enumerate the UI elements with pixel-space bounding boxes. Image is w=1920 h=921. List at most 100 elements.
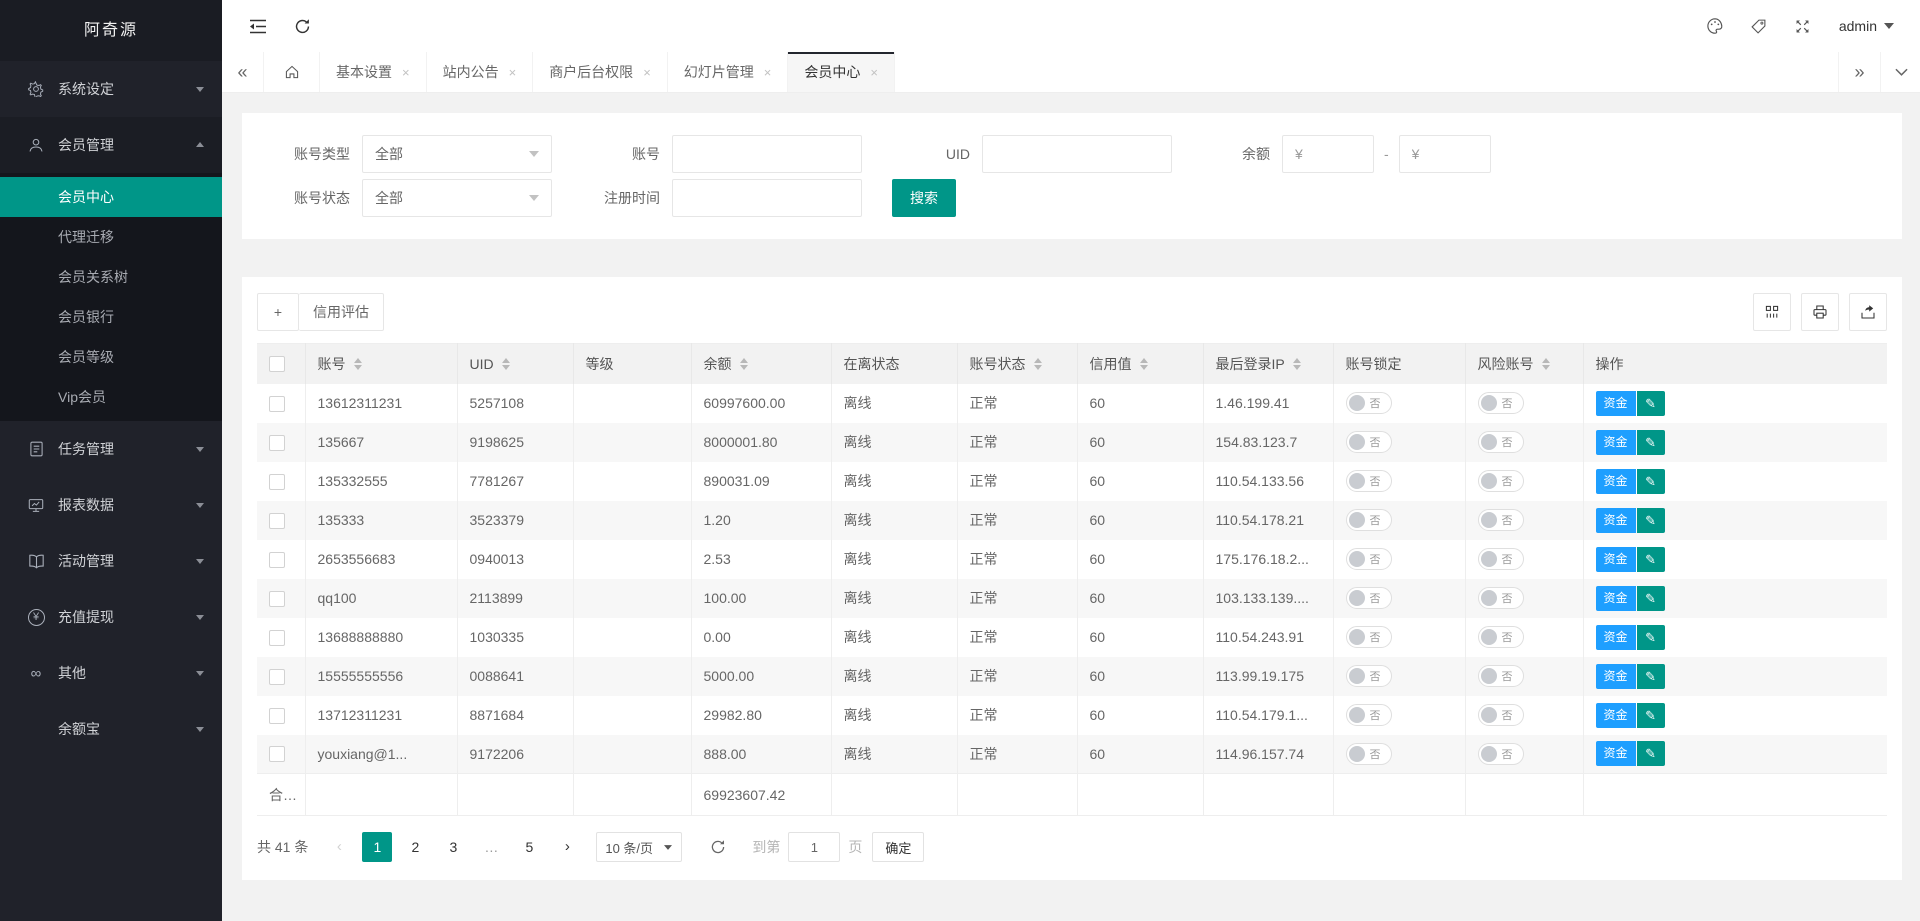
row-checkbox[interactable]	[269, 396, 285, 412]
pager-refresh-icon[interactable]	[710, 839, 726, 855]
risk-toggle[interactable]: 否	[1478, 665, 1524, 687]
risk-toggle[interactable]: 否	[1478, 743, 1524, 765]
sidebar-item-0[interactable]: 系统设定	[0, 61, 222, 117]
admin-dropdown[interactable]: admin	[1825, 0, 1908, 52]
lock-toggle[interactable]: 否	[1346, 509, 1392, 531]
tab-item[interactable]: 站内公告×	[427, 52, 534, 92]
sort-icon[interactable]	[502, 354, 510, 374]
tab-item[interactable]: 会员中心×	[788, 52, 895, 92]
sidebar-item-5[interactable]: ¥充值提现	[0, 589, 222, 645]
risk-toggle[interactable]: 否	[1478, 548, 1524, 570]
page-button-2[interactable]: 2	[400, 832, 430, 862]
balance-min-input[interactable]	[1282, 135, 1374, 173]
edit-button[interactable]: ✎	[1637, 703, 1665, 728]
row-checkbox[interactable]	[269, 746, 285, 762]
fund-button[interactable]: 资金	[1596, 664, 1636, 689]
tabs-menu-button[interactable]	[1880, 52, 1920, 92]
fund-button[interactable]: 资金	[1596, 741, 1636, 766]
risk-toggle[interactable]: 否	[1478, 470, 1524, 492]
close-icon[interactable]: ×	[509, 65, 517, 80]
next-page-button[interactable]: ›	[552, 832, 582, 862]
fund-button[interactable]: 资金	[1596, 547, 1636, 572]
sidebar-item-2[interactable]: 任务管理	[0, 421, 222, 477]
page-size-select[interactable]: 10 条/页	[596, 832, 682, 862]
fund-button[interactable]: 资金	[1596, 391, 1636, 416]
lock-toggle[interactable]: 否	[1346, 704, 1392, 726]
sidebar-item-3[interactable]: 报表数据	[0, 477, 222, 533]
tab-item[interactable]: 基本设置×	[320, 52, 427, 92]
lock-toggle[interactable]: 否	[1346, 665, 1392, 687]
lock-toggle[interactable]: 否	[1346, 587, 1392, 609]
fund-button[interactable]: 资金	[1596, 586, 1636, 611]
risk-toggle[interactable]: 否	[1478, 587, 1524, 609]
sidebar-subitem[interactable]: 会员银行	[0, 297, 222, 337]
account-type-select[interactable]: 全部	[362, 135, 552, 173]
sidebar-toggle-icon[interactable]	[236, 0, 280, 52]
uid-input[interactable]	[982, 135, 1172, 173]
row-checkbox[interactable]	[269, 513, 285, 529]
filter-columns-button[interactable]	[1753, 293, 1791, 331]
reg-time-input[interactable]	[672, 179, 862, 217]
lock-toggle[interactable]: 否	[1346, 392, 1392, 414]
edit-button[interactable]: ✎	[1637, 469, 1665, 494]
row-checkbox[interactable]	[269, 435, 285, 451]
export-button[interactable]	[1849, 293, 1887, 331]
edit-button[interactable]: ✎	[1637, 625, 1665, 650]
fund-button[interactable]: 资金	[1596, 703, 1636, 728]
edit-button[interactable]: ✎	[1637, 430, 1665, 455]
select-all-checkbox[interactable]	[269, 356, 285, 372]
row-checkbox[interactable]	[269, 591, 285, 607]
risk-toggle[interactable]: 否	[1478, 431, 1524, 453]
tab-item[interactable]: 商户后台权限×	[533, 52, 668, 92]
lock-toggle[interactable]: 否	[1346, 626, 1392, 648]
edit-button[interactable]: ✎	[1637, 741, 1665, 766]
lock-toggle[interactable]: 否	[1346, 470, 1392, 492]
close-icon[interactable]: ×	[402, 65, 410, 80]
edit-button[interactable]: ✎	[1637, 508, 1665, 533]
prev-page-button[interactable]: ‹	[324, 832, 354, 862]
close-icon[interactable]: ×	[764, 65, 772, 80]
sort-icon[interactable]	[1293, 354, 1301, 374]
tabs-scroll-right-button[interactable]: »	[1838, 52, 1880, 92]
lock-toggle[interactable]: 否	[1346, 431, 1392, 453]
tabs-scroll-left-button[interactable]: «	[222, 52, 264, 92]
row-checkbox[interactable]	[269, 708, 285, 724]
credit-evaluate-button[interactable]: 信用评估	[299, 293, 384, 331]
account-status-select[interactable]: 全部	[362, 179, 552, 217]
print-button[interactable]	[1801, 293, 1839, 331]
edit-button[interactable]: ✎	[1637, 547, 1665, 572]
lock-toggle[interactable]: 否	[1346, 743, 1392, 765]
sidebar-subitem[interactable]: 代理迁移	[0, 217, 222, 257]
sort-icon[interactable]	[1140, 354, 1148, 374]
sort-icon[interactable]	[1034, 354, 1042, 374]
row-checkbox[interactable]	[269, 552, 285, 568]
sidebar-item-6[interactable]: ∞其他	[0, 645, 222, 701]
sidebar-item-1[interactable]: 会员管理	[0, 117, 222, 173]
sidebar-item-4[interactable]: 活动管理	[0, 533, 222, 589]
risk-toggle[interactable]: 否	[1478, 626, 1524, 648]
risk-toggle[interactable]: 否	[1478, 392, 1524, 414]
sidebar-item-7[interactable]: 余额宝	[0, 701, 222, 757]
goto-page-input[interactable]	[788, 832, 840, 862]
balance-max-input[interactable]	[1399, 135, 1491, 173]
account-input[interactable]	[672, 135, 862, 173]
sidebar-subitem[interactable]: 会员关系树	[0, 257, 222, 297]
goto-confirm-button[interactable]: 确定	[872, 832, 924, 862]
risk-toggle[interactable]: 否	[1478, 704, 1524, 726]
close-icon[interactable]: ×	[643, 65, 651, 80]
sort-icon[interactable]	[1542, 354, 1550, 374]
row-checkbox[interactable]	[269, 474, 285, 490]
close-icon[interactable]: ×	[870, 65, 878, 80]
sort-icon[interactable]	[354, 354, 362, 374]
row-checkbox[interactable]	[269, 669, 285, 685]
row-checkbox[interactable]	[269, 630, 285, 646]
fund-button[interactable]: 资金	[1596, 430, 1636, 455]
lock-toggle[interactable]: 否	[1346, 548, 1392, 570]
fund-button[interactable]: 资金	[1596, 625, 1636, 650]
tab-home[interactable]	[264, 52, 320, 92]
fund-button[interactable]: 资金	[1596, 508, 1636, 533]
sort-icon[interactable]	[740, 354, 748, 374]
edit-button[interactable]: ✎	[1637, 664, 1665, 689]
page-button-5[interactable]: 5	[514, 832, 544, 862]
edit-button[interactable]: ✎	[1637, 586, 1665, 611]
